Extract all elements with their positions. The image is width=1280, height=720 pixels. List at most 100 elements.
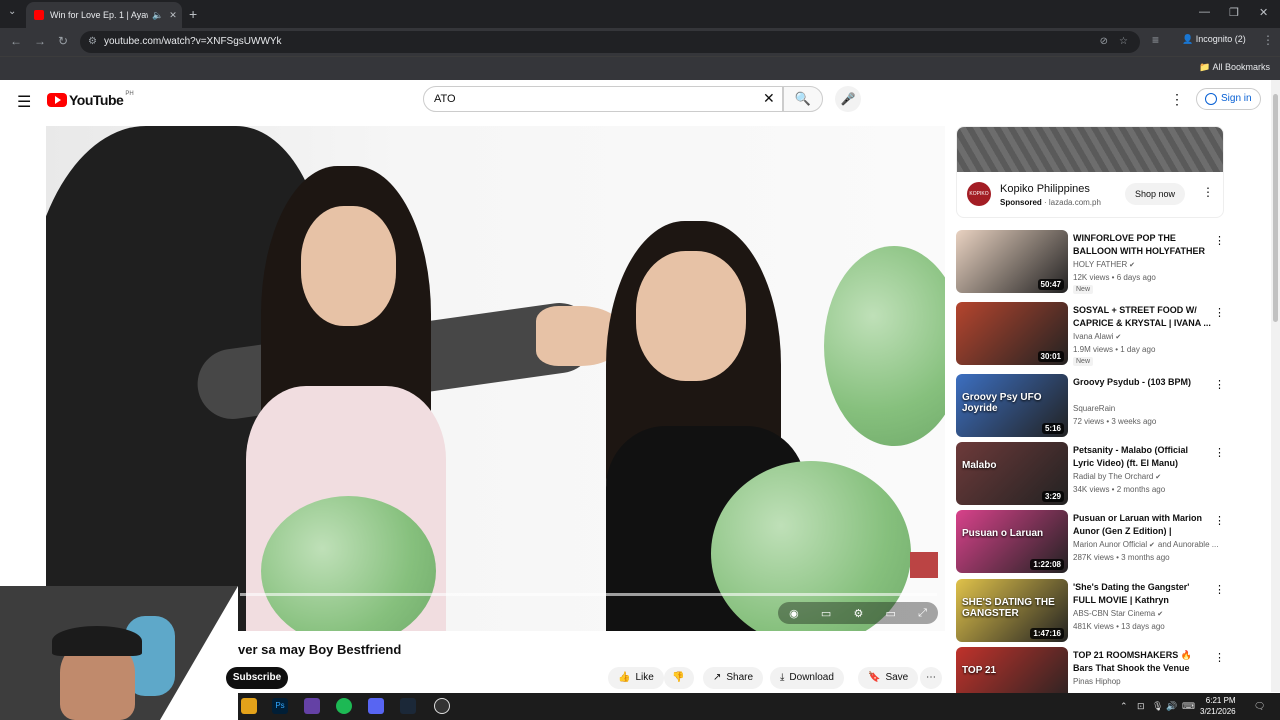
recommended-video[interactable]: Groovy Psy UFO Joyride 5:16 Groovy Psydub … xyxy=(956,374,1225,438)
tab-list-icon[interactable]: ⌄ xyxy=(8,6,16,17)
steam-icon[interactable] xyxy=(400,698,416,714)
recommended-video[interactable]: 30:01 SOSYAL + STREET FOOD W/ CAPRICE & K… xyxy=(956,302,1225,366)
video-title-link[interactable]: WINFORLOVE POP THE BALLOON WITH HOLYFATH… xyxy=(1073,232,1211,258)
minimize-icon[interactable]: — xyxy=(1199,6,1210,18)
video-menu-icon[interactable]: ⋮ xyxy=(1214,514,1225,527)
chrome-incognito-icon[interactable] xyxy=(434,698,450,714)
channel-name[interactable]: Ivana Alawi ✔ xyxy=(1073,332,1121,341)
share-button[interactable]: ↗ Share xyxy=(703,667,764,689)
autoplay-toggle-icon[interactable]: ◉ xyxy=(789,607,799,620)
eye-off-icon[interactable]: ⊘ xyxy=(1100,31,1108,53)
video-menu-icon[interactable]: ⋮ xyxy=(1214,378,1225,391)
sponsored-ad[interactable]: KOPIKO Kopiko Philippines Sponsored · la… xyxy=(956,126,1224,218)
discord-icon[interactable] xyxy=(368,698,384,714)
video-player[interactable] xyxy=(46,126,945,631)
sublime-text-icon[interactable] xyxy=(241,698,257,714)
video-title-link[interactable]: TOP 21 ROOMSHAKERS 🔥 Bars That Shook the… xyxy=(1073,649,1211,675)
download-button[interactable]: ⤓ Download xyxy=(770,667,844,689)
like-button[interactable]: 👍 Like xyxy=(608,667,664,689)
tab-search-icon[interactable]: ≡ xyxy=(1152,33,1159,47)
active-tab[interactable]: Win for Love Ep. 1 | Ayaw n 🔈 ✕ xyxy=(26,2,182,28)
recommended-video[interactable]: Pusuan o Laruan 1:22:08 Pusuan or Laruan w… xyxy=(956,510,1225,574)
search-button[interactable]: 🔍 xyxy=(783,86,823,112)
notification-icon[interactable]: 🗨 xyxy=(1254,701,1265,712)
shop-now-button[interactable]: Shop now xyxy=(1125,183,1186,205)
url-bar[interactable]: ⚙ youtube.com/watch?v=XNFSgsUWWYk ⊘ ☆ xyxy=(80,31,1140,53)
video-title-link[interactable]: SOSYAL + STREET FOOD W/ CAPRICE & KRYSTA… xyxy=(1073,304,1211,330)
all-bookmarks-button[interactable]: 📁 All Bookmarks xyxy=(1199,62,1270,73)
video-thumbnail[interactable]: Groovy Psy UFO Joyride 5:16 xyxy=(956,374,1068,437)
thumbnail-text: Groovy Psy UFO Joyride xyxy=(962,392,1042,414)
spotify-icon[interactable] xyxy=(336,698,352,714)
ad-sponsored-line: Sponsored · lazada.com.ph xyxy=(1000,198,1101,207)
tray-keyboard-icon[interactable]: ⌨ xyxy=(1182,701,1195,712)
incognito-indicator[interactable]: 👤 Incognito (2) xyxy=(1182,34,1246,45)
photoshop-icon[interactable]: Ps xyxy=(272,698,288,714)
restore-icon[interactable]: ❐ xyxy=(1229,6,1239,19)
channel-name[interactable]: ABS-CBN Star Cinema ✔ xyxy=(1073,609,1163,618)
tray-volume-icon[interactable]: 🔊 xyxy=(1166,701,1177,712)
ad-banner[interactable] xyxy=(957,127,1223,172)
theater-mode-icon[interactable]: ▭ xyxy=(885,607,895,620)
video-title-link[interactable]: Petsanity - Malabo (Official Lyric Video… xyxy=(1073,444,1211,470)
channel-watermark[interactable] xyxy=(910,552,938,578)
video-progress-bar[interactable] xyxy=(240,593,937,596)
all-bookmarks-label: All Bookmarks xyxy=(1212,62,1270,72)
reload-icon[interactable]: ↻ xyxy=(58,34,68,48)
recommended-video[interactable]: SHE'S DATING THE GANGSTER 1:47:16 'She's D… xyxy=(956,579,1225,643)
voice-search-button[interactable]: 🎤 xyxy=(835,86,861,112)
video-menu-icon[interactable]: ⋮ xyxy=(1214,446,1225,459)
browser-menu-icon[interactable]: ⋮ xyxy=(1262,33,1274,47)
tray-mic-icon[interactable]: 🎙 xyxy=(1152,701,1163,712)
site-info-icon[interactable]: ⚙ xyxy=(88,31,97,53)
tray-chevron-icon[interactable]: ⌃ xyxy=(1120,701,1128,712)
taskbar-clock[interactable]: 6:21 PM 3/21/2026 xyxy=(1200,695,1236,717)
dislike-button[interactable]: 👎 xyxy=(664,667,694,689)
subscribe-button[interactable]: Subscribe xyxy=(226,667,288,689)
speaker-icon[interactable]: 🔈 xyxy=(152,10,163,21)
more-actions-button[interactable]: ⋯ xyxy=(920,667,942,689)
video-title-link[interactable]: Groovy Psydub - (103 BPM) xyxy=(1073,376,1211,389)
channel-name[interactable]: HOLY FATHER ✔ xyxy=(1073,260,1135,269)
save-button[interactable]: 🔖 Save xyxy=(858,667,919,689)
close-tab-icon[interactable]: ✕ xyxy=(169,10,177,21)
video-title-link[interactable]: 'She's Dating the Gangster' FULL MOVIE |… xyxy=(1073,581,1211,607)
video-thumbnail[interactable]: Malabo 3:29 xyxy=(956,442,1068,505)
video-menu-icon[interactable]: ⋮ xyxy=(1214,234,1225,247)
video-menu-icon[interactable]: ⋮ xyxy=(1214,306,1225,319)
video-thumbnail[interactable]: SHE'S DATING THE GANGSTER 1:47:16 xyxy=(956,579,1068,642)
new-badge: New xyxy=(1073,285,1094,294)
close-window-icon[interactable]: ✕ xyxy=(1259,6,1268,19)
video-menu-icon[interactable]: ⋮ xyxy=(1214,583,1225,596)
channel-name[interactable]: SquareRain xyxy=(1073,404,1115,413)
video-title-link[interactable]: Pusuan or Laruan with Marion Aunor (Gen … xyxy=(1073,512,1211,538)
ad-advertiser[interactable]: Kopiko Philippines xyxy=(1000,183,1090,195)
clear-search-icon[interactable]: ✕ xyxy=(763,90,775,107)
new-tab-button[interactable]: + xyxy=(189,6,197,22)
page-scrollbar[interactable] xyxy=(1271,80,1280,692)
back-icon[interactable]: ← xyxy=(10,34,22,48)
scrollbar-thumb[interactable] xyxy=(1273,94,1278,322)
settings-menu-icon[interactable]: ⋮ xyxy=(1170,91,1184,108)
video-thumbnail[interactable]: 30:01 xyxy=(956,302,1068,365)
recommended-video[interactable]: Malabo 3:29 Petsanity - Malabo (Official L… xyxy=(956,442,1225,506)
bookmark-star-icon[interactable]: ☆ xyxy=(1119,31,1128,53)
captions-icon[interactable]: ▭ xyxy=(821,607,831,620)
video-thumbnail[interactable]: Pusuan o Laruan 1:22:08 xyxy=(956,510,1068,573)
tray-network-icon[interactable]: ⊡ xyxy=(1137,701,1145,712)
channel-name[interactable]: Pinas Hiphop xyxy=(1073,677,1121,686)
search-input[interactable]: ATO xyxy=(423,86,783,112)
fullscreen-icon[interactable]: ⤢ xyxy=(918,607,927,620)
youtube-logo[interactable]: YouTube PH xyxy=(47,91,134,108)
recommended-video[interactable]: 50:47 WINFORLOVE POP THE BALLOON WITH HOL… xyxy=(956,230,1225,294)
menu-icon[interactable]: ☰ xyxy=(17,92,31,112)
settings-gear-icon[interactable]: ⚙ xyxy=(853,607,863,620)
twitch-icon[interactable] xyxy=(304,698,320,714)
forward-icon[interactable]: → xyxy=(34,34,46,48)
ad-menu-icon[interactable]: ⋮ xyxy=(1202,185,1214,199)
channel-name[interactable]: Radial by The Orchard ✔ xyxy=(1073,472,1161,481)
sign-in-button[interactable]: Sign in xyxy=(1196,88,1261,110)
channel-name[interactable]: Marion Aunor Official ✔ and Aunorable ... xyxy=(1073,540,1218,549)
video-thumbnail[interactable]: 50:47 xyxy=(956,230,1068,293)
video-menu-icon[interactable]: ⋮ xyxy=(1214,651,1225,664)
